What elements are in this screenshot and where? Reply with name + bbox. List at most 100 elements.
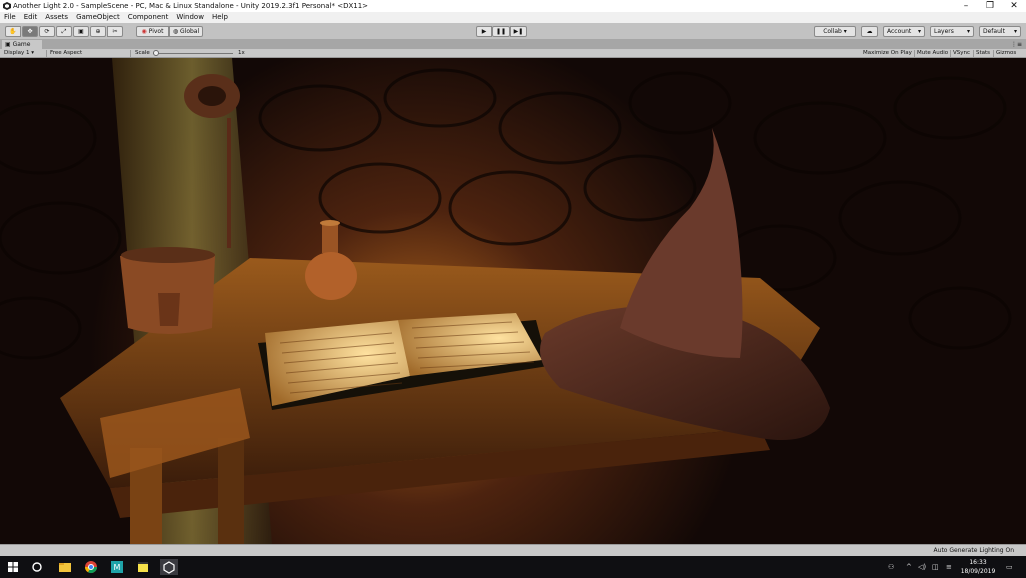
display-label: Display 1 [4,50,30,56]
tab-menu-icon[interactable]: ⋮≡ [1011,40,1022,49]
chrome-icon[interactable] [82,559,100,575]
display-dropdown[interactable]: Display 1 ▾ [4,49,34,58]
menu-gameobject[interactable]: GameObject [72,12,124,23]
pivot-label: Pivot [148,28,164,35]
vsync-toggle[interactable]: VSync [953,49,970,58]
pause-icon: ❚❚ [495,28,507,35]
rotate-tool-button[interactable]: ⟳ [39,26,55,37]
custom-tool-button[interactable]: ✂ [107,26,123,37]
scale-label: Scale [135,50,150,56]
scale-value: 1x [238,50,245,56]
scene-render [0,58,1026,544]
scale-slider-track[interactable] [153,53,233,54]
tab-game-label: Game [12,41,31,48]
tray-expand-icon[interactable]: ^ [906,556,912,578]
pivot-toggle[interactable]: ◉ Pivot [136,26,169,37]
minimize-button[interactable]: – [954,0,978,12]
rotate-icon: ⟳ [44,28,50,35]
scale-icon: ⤢ [61,28,67,35]
windows-start-icon[interactable] [4,559,22,575]
collab-label: Collab ▾ [823,28,847,35]
cloud-button[interactable]: ☁ [861,26,878,37]
divider [46,50,47,57]
game-viewport[interactable] [0,58,1026,544]
aspect-label: Free Aspect [50,50,83,56]
divider [914,50,915,57]
divider [973,50,974,57]
layout-label: Default [983,28,1005,35]
game-controller-icon: ▣ [5,41,11,48]
global-label: Global [180,28,200,35]
menu-bar: File Edit Assets GameObject Component Wi… [0,12,1026,23]
layers-dropdown[interactable]: Layers ▾ [930,26,974,37]
unity-logo-icon [3,2,11,10]
account-dropdown[interactable]: Account ▾ [883,26,925,37]
menu-component[interactable]: Component [124,12,173,23]
language-icon[interactable]: ≡ [946,556,952,578]
close-button[interactable]: ✕ [1002,0,1026,12]
menu-window[interactable]: Window [172,12,208,23]
people-icon[interactable]: ⚇ [888,556,894,578]
notification-icon[interactable]: ▭ [1006,556,1013,578]
status-bar: Auto Generate Lighting On [0,544,1026,556]
clock-time: 16:33 [969,559,987,566]
unity-editor-icon[interactable] [160,559,178,575]
chevron-down-icon: ▾ [966,28,970,35]
menu-assets[interactable]: Assets [41,12,72,23]
system-clock[interactable]: 16:33 18/09/2019 [958,558,998,576]
move-icon: ✥ [27,28,33,35]
scale-tool-button[interactable]: ⤢ [56,26,72,37]
window-title: Another Light 2.0 - SampleScene - PC, Ma… [13,2,369,10]
tab-strip: ▣ Game ⋮≡ [0,40,1026,49]
account-label: Account [887,28,912,35]
rect-tool-button[interactable]: ▣ [73,26,89,37]
windows-taskbar: M ⚇ ^ ◁) ◫ ≡ 16:33 18/09/2019 ▭ [0,556,1026,578]
chevron-down-icon: ▾ [917,28,921,35]
svg-text:M: M [114,563,121,572]
hand-tool-button[interactable]: ✋ [5,26,21,37]
rect-icon: ▣ [78,28,84,35]
maximize-button[interactable]: ❐ [978,0,1002,12]
network-icon[interactable]: ◫ [932,556,939,578]
gizmos-label: Gizmos [996,50,1017,56]
clock-date: 18/09/2019 [960,568,996,575]
unity-hub-icon[interactable]: M [108,559,126,575]
sticky-notes-icon[interactable] [134,559,152,575]
mute-audio-toggle[interactable]: Mute Audio [917,49,948,58]
layout-dropdown[interactable]: Default ▾ [979,26,1021,37]
hand-icon: ✋ [9,28,17,35]
transform-tool-button[interactable]: ⊕ [90,26,106,37]
pause-button[interactable]: ❚❚ [492,26,510,37]
gizmos-dropdown[interactable]: Gizmos [996,49,1016,58]
collab-dropdown[interactable]: Collab ▾ [814,26,856,37]
cloud-icon: ☁ [866,28,873,35]
layers-label: Layers [934,28,954,35]
volume-icon[interactable]: ◁) [918,556,926,578]
scale-slider-handle[interactable] [153,50,159,56]
move-tool-button[interactable]: ✥ [22,26,38,37]
divider [993,50,994,57]
global-toggle[interactable]: ◍ Global [169,26,203,37]
main-toolbar: ✋ ✥ ⟳ ⤢ ▣ ⊕ ✂ ◉ Pivot ◍ Global ▶ ❚❚ ▶❚ C… [0,23,1026,40]
play-button[interactable]: ▶ [476,26,492,37]
menu-help[interactable]: Help [208,12,232,23]
menu-edit[interactable]: Edit [20,12,42,23]
chevron-down-icon: ▾ [31,50,35,56]
custom-tool-icon: ✂ [112,28,118,35]
step-icon: ▶❚ [513,28,524,35]
step-button[interactable]: ▶❚ [510,26,527,37]
pivot-icon: ◉ [141,28,147,35]
file-explorer-icon[interactable] [56,559,74,575]
tab-game[interactable]: ▣ Game [2,40,42,49]
maximize-on-play-toggle[interactable]: Maximize On Play [863,49,912,58]
play-icon: ▶ [481,28,487,35]
stats-toggle[interactable]: Stats [976,49,990,58]
divider [130,50,131,57]
aspect-dropdown[interactable]: Free Aspect [50,49,82,58]
search-circle-icon[interactable] [28,559,46,575]
title-bar: Another Light 2.0 - SampleScene - PC, Ma… [0,0,1026,12]
globe-icon: ◍ [172,28,179,35]
lighting-status: Auto Generate Lighting On [933,547,1014,554]
menu-file[interactable]: File [0,12,20,23]
divider [950,50,951,57]
